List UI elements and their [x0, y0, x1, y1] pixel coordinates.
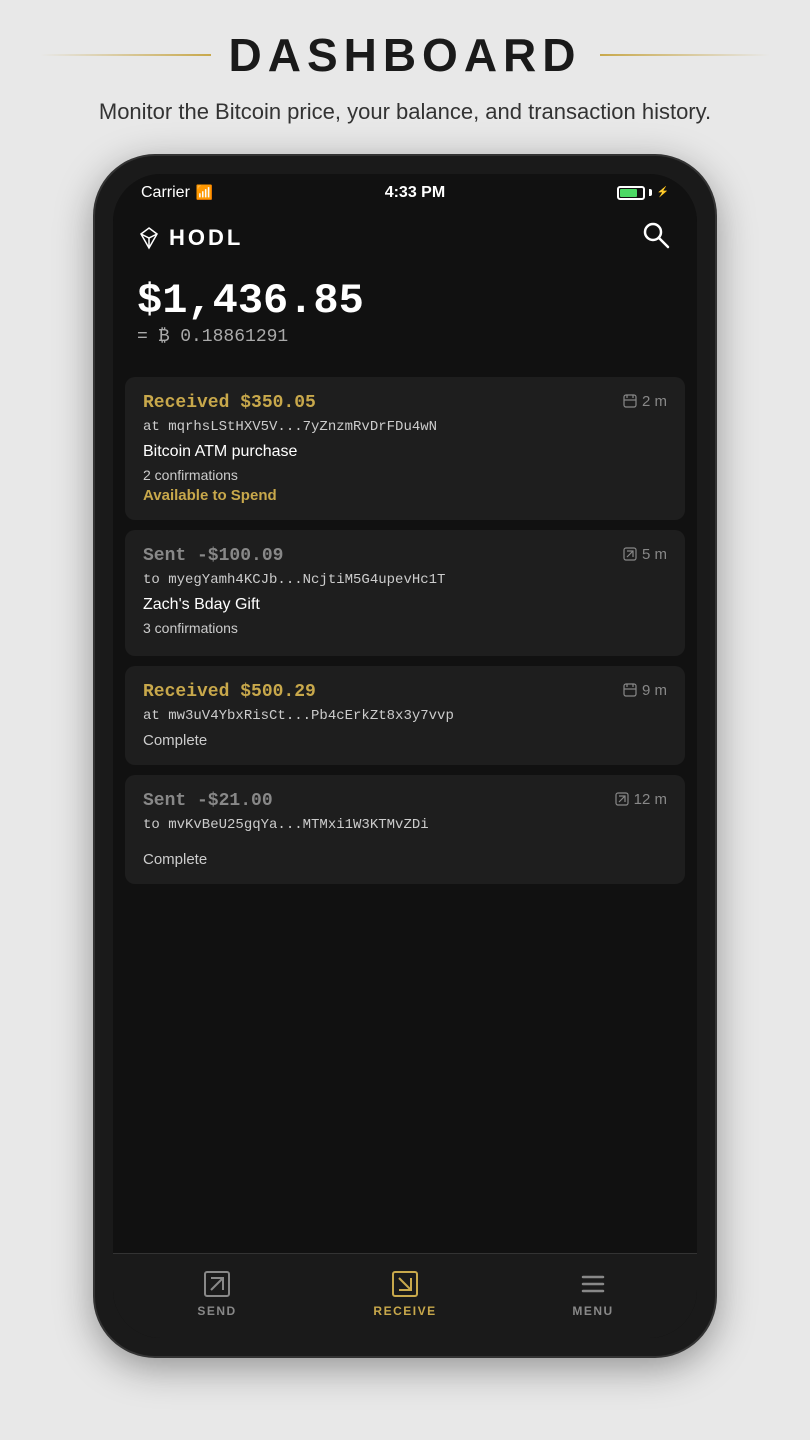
tx1-confirmations: 2 confirmations	[143, 467, 667, 483]
search-icon	[639, 218, 673, 252]
tx3-time: 9 m	[623, 682, 667, 699]
transaction-card-3[interactable]: Received $500.29 9 m at mw3uV4YbxRisCt..…	[125, 666, 685, 765]
tx4-amount: Sent -$21.00	[143, 791, 273, 811]
carrier-info: Carrier 📶	[141, 184, 213, 202]
battery-indicator: ⚡	[617, 186, 669, 200]
status-bar: Carrier 📶 4:33 PM ⚡	[113, 174, 697, 208]
tx1-label: Bitcoin ATM purchase	[143, 443, 667, 461]
page-header: DASHBOARD Monitor the Bitcoin price, you…	[0, 0, 810, 138]
battery-fill	[620, 189, 638, 197]
app-header: HODL	[113, 208, 697, 267]
receive-label: RECEIVE	[373, 1304, 436, 1318]
battery-tip	[649, 189, 652, 196]
tx4-time-value: 12 m	[634, 791, 667, 808]
transactions-list: Received $350.05 2 m at mqrhsLStHXV5V...…	[113, 377, 697, 1253]
phone-device: Carrier 📶 4:33 PM ⚡ HODL	[95, 156, 715, 1356]
tx2-header: Sent -$100.09 5 m	[143, 546, 667, 566]
transaction-card-2[interactable]: Sent -$100.09 5 m to myegYamh4KCJb...Ncj…	[125, 530, 685, 656]
tx4-header: Sent -$21.00 12 m	[143, 791, 667, 811]
tx2-time: 5 m	[623, 546, 667, 563]
tx4-time-icon	[615, 792, 629, 806]
tx3-time-value: 9 m	[642, 682, 667, 699]
transaction-card-4[interactable]: Sent -$21.00 12 m to mvKvBeU25gqYa...MTM…	[125, 775, 685, 884]
tx3-amount: Received $500.29	[143, 682, 316, 702]
tx1-address: at mqrhsLStHXV5V...7yZnzmRvDrFDu4wN	[143, 419, 667, 435]
phone-screen: Carrier 📶 4:33 PM ⚡ HODL	[113, 174, 697, 1338]
header-line-right	[600, 54, 771, 56]
nav-send[interactable]: SEND	[177, 1268, 257, 1318]
menu-label: MENU	[572, 1304, 613, 1318]
tx3-time-icon	[623, 683, 637, 697]
transaction-card-1[interactable]: Received $350.05 2 m at mqrhsLStHXV5V...…	[125, 377, 685, 520]
page-subtitle: Monitor the Bitcoin price, your balance,…	[19, 96, 791, 128]
tx1-amount: Received $350.05	[143, 393, 316, 413]
battery-body	[617, 186, 645, 200]
header-title-row: DASHBOARD	[0, 28, 810, 82]
receive-icon	[389, 1268, 421, 1300]
tx3-address: at mw3uV4YbxRisCt...Pb4cErkZt8x3y7vvp	[143, 708, 667, 724]
tx2-time-value: 5 m	[642, 546, 667, 563]
send-icon	[201, 1268, 233, 1300]
header-line-left	[40, 54, 211, 56]
send-label: SEND	[197, 1304, 236, 1318]
tx2-time-icon	[623, 547, 637, 561]
hodl-logo: HODL	[137, 225, 243, 251]
nav-menu[interactable]: MENU	[553, 1268, 633, 1318]
tx1-time-icon	[623, 394, 637, 408]
carrier-label: Carrier	[141, 184, 190, 202]
menu-icon	[577, 1268, 609, 1300]
tx2-confirmations: 3 confirmations	[143, 620, 667, 636]
balance-section: $1,436.85 = ₿ 0.18861291	[113, 267, 697, 377]
nav-receive[interactable]: RECEIVE	[365, 1268, 445, 1318]
tx3-status: Complete	[143, 732, 667, 749]
tx3-header: Received $500.29 9 m	[143, 682, 667, 702]
tx2-address: to myegYamh4KCJb...NcjtiM5G4upevHc1T	[143, 572, 667, 588]
bottom-navigation: SEND RECEIVE MENU	[113, 1253, 697, 1338]
tx2-amount: Sent -$100.09	[143, 546, 283, 566]
tx4-status: Complete	[143, 851, 667, 868]
app-name-label: HODL	[169, 225, 243, 251]
tx2-label: Zach's Bday Gift	[143, 596, 667, 614]
search-button[interactable]	[639, 218, 673, 259]
tx1-time: 2 m	[623, 393, 667, 410]
wifi-icon: 📶	[196, 184, 213, 201]
tx1-status: Available to Spend	[143, 487, 667, 504]
tx4-address: to mvKvBeU25gqYa...MTMxi1W3KTMvZDi	[143, 817, 667, 833]
hodl-diamond-icon	[137, 226, 161, 250]
balance-btc: = ₿ 0.18861291	[137, 327, 673, 347]
balance-usd: $1,436.85	[137, 277, 673, 325]
status-time: 4:33 PM	[385, 184, 445, 202]
tx4-time: 12 m	[615, 791, 667, 808]
battery-charging-icon: ⚡	[657, 187, 669, 198]
tx1-time-value: 2 m	[642, 393, 667, 410]
tx1-header: Received $350.05 2 m	[143, 393, 667, 413]
page-title: DASHBOARD	[229, 28, 582, 82]
